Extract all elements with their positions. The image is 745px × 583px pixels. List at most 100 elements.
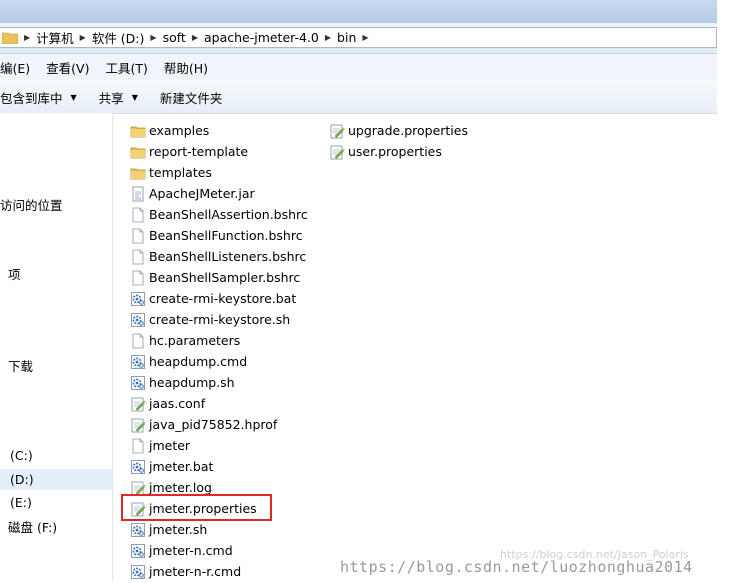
address-bar[interactable]: ▶ 计算机 ▶ 软件 (D:) ▶ soft ▶ apache-jmeter-4.0 ▶…: [0, 27, 717, 48]
chevron-right-icon[interactable]: ▶: [192, 33, 198, 42]
watermark: https://blog.csdn.net/luozhonghua2014: [340, 558, 693, 576]
address-bar-area: ▶ 计算机 ▶ 软件 (D:) ▶ soft ▶ apache-jmeter-4.0 ▶…: [0, 23, 717, 54]
jar-icon: [130, 186, 146, 202]
gear-file-icon: [130, 312, 146, 328]
file-item[interactable]: ApacheJMeter.jar: [130, 183, 308, 204]
gear-file-icon: [130, 354, 146, 370]
chevron-right-icon[interactable]: ▶: [362, 33, 368, 42]
file-item[interactable]: examples: [130, 120, 308, 141]
folder-icon: [2, 32, 18, 44]
highlight-box: [121, 494, 272, 521]
share-button[interactable]: 共享 ▼: [99, 88, 138, 107]
file-name: ApacheJMeter.jar: [149, 186, 255, 201]
file-name: BeanShellListeners.bshrc: [149, 249, 307, 264]
file-name: jmeter-n-r.cmd: [149, 564, 242, 579]
gear-file-icon: [130, 375, 146, 391]
menu-edit[interactable]: 编(E): [0, 58, 30, 77]
folder-icon: [130, 165, 146, 181]
file-name: BeanShellSampler.bshrc: [149, 270, 301, 285]
menu-help[interactable]: 帮助(H): [164, 58, 208, 77]
file-icon: [130, 228, 146, 244]
file-name: jmeter.sh: [149, 522, 208, 537]
folder-icon: [130, 144, 146, 160]
file-name: heapdump.cmd: [149, 354, 248, 369]
include-in-library-label: 包含到库中: [0, 91, 63, 106]
menu-tools[interactable]: 工具(T): [105, 58, 147, 77]
file-item[interactable]: BeanShellListeners.bshrc: [130, 246, 308, 267]
breadcrumb-arrow-root[interactable]: ▶: [18, 28, 36, 47]
window-title-bar: [0, 0, 717, 23]
right-margin: [717, 0, 745, 581]
breadcrumb-label: bin: [337, 30, 357, 45]
nav-item-libraries[interactable]: 项: [8, 264, 21, 283]
breadcrumb-item[interactable]: 软件 (D:) ▶: [92, 28, 163, 47]
nav-item-recent-places[interactable]: 访问的位置: [0, 195, 63, 214]
file-item[interactable]: BeanShellSampler.bshrc: [130, 267, 308, 288]
notepad-icon: [329, 123, 345, 139]
file-item[interactable]: upgrade.properties: [329, 120, 468, 141]
file-item[interactable]: jmeter.bat: [130, 456, 308, 477]
gear-file-icon: [130, 564, 146, 580]
file-item[interactable]: jmeter-n-r.cmd: [130, 561, 308, 582]
include-in-library-button[interactable]: 包含到库中 ▼: [0, 88, 77, 107]
menu-bar: 编(E) 查看(V) 工具(T) 帮助(H): [0, 54, 717, 81]
file-icon: [130, 249, 146, 265]
nav-item-drive-d[interactable]: (D:): [10, 472, 34, 487]
file-item[interactable]: java_pid75852.hprof: [130, 414, 308, 435]
file-item[interactable]: heapdump.cmd: [130, 351, 308, 372]
share-label: 共享: [98, 91, 124, 106]
breadcrumb-item[interactable]: apache-jmeter-4.0 ▶: [204, 28, 337, 47]
menu-view[interactable]: 查看(V): [46, 58, 89, 77]
chevron-right-icon[interactable]: ▶: [80, 33, 86, 42]
file-name: create-rmi-keystore.sh: [149, 312, 291, 327]
file-item[interactable]: jaas.conf: [130, 393, 308, 414]
file-item[interactable]: heapdump.sh: [130, 372, 308, 393]
folder-icon: [130, 123, 146, 139]
notepad-icon: [329, 144, 345, 160]
file-icon: [130, 207, 146, 223]
gear-file-icon: [130, 291, 146, 307]
gear-file-icon: [130, 459, 146, 475]
chevron-right-icon: ▶: [24, 33, 31, 42]
breadcrumb-label: soft: [162, 30, 186, 45]
file-item[interactable]: BeanShellFunction.bshrc: [130, 225, 308, 246]
file-item[interactable]: report-template: [130, 141, 308, 162]
nav-item-drive-f[interactable]: 磁盘 (F:): [8, 517, 57, 536]
file-item[interactable]: jmeter.sh: [130, 519, 308, 540]
file-item[interactable]: user.properties: [329, 141, 468, 162]
file-name: create-rmi-keystore.bat: [149, 291, 297, 306]
gear-file-icon: [130, 543, 146, 559]
file-name: user.properties: [348, 144, 442, 159]
breadcrumb-item[interactable]: 计算机 ▶: [36, 28, 92, 47]
breadcrumb-item[interactable]: soft ▶: [163, 28, 204, 47]
file-item[interactable]: hc.parameters: [130, 330, 308, 351]
file-item[interactable]: create-rmi-keystore.bat: [130, 288, 308, 309]
file-name: heapdump.sh: [149, 375, 235, 390]
file-name: BeanShellAssertion.bshrc: [149, 207, 308, 222]
file-name: jmeter.log: [149, 480, 212, 495]
new-folder-label: 新建文件夹: [159, 91, 223, 106]
file-item[interactable]: create-rmi-keystore.sh: [130, 309, 308, 330]
chevron-right-icon[interactable]: ▶: [325, 33, 331, 42]
file-item[interactable]: jmeter-n.cmd: [130, 540, 308, 561]
breadcrumb-label: 软件 (D:): [91, 31, 145, 46]
file-name: jmeter-n.cmd: [149, 543, 233, 558]
file-icon: [130, 438, 146, 454]
chevron-right-icon[interactable]: ▶: [150, 33, 156, 42]
file-item[interactable]: templates: [130, 162, 308, 183]
nav-item-downloads[interactable]: 下载: [8, 356, 33, 375]
nav-item-drive-e[interactable]: (E:): [10, 495, 32, 510]
command-toolbar: 包含到库中 ▼ 共享 ▼ 新建文件夹: [0, 82, 717, 114]
file-column-2: upgrade.properties user.properties: [329, 120, 468, 162]
file-name: report-template: [149, 144, 249, 159]
file-name: templates: [149, 165, 212, 180]
file-item[interactable]: jmeter: [130, 435, 308, 456]
file-name: jmeter.bat: [149, 459, 214, 474]
nav-item-drive-c[interactable]: (C:): [10, 448, 33, 463]
file-name: upgrade.properties: [348, 123, 468, 138]
breadcrumb-item[interactable]: bin ▶: [337, 28, 375, 47]
file-name: jaas.conf: [149, 396, 206, 411]
new-folder-button[interactable]: 新建文件夹: [160, 88, 223, 107]
file-name: BeanShellFunction.bshrc: [149, 228, 303, 243]
file-item[interactable]: BeanShellAssertion.bshrc: [130, 204, 308, 225]
